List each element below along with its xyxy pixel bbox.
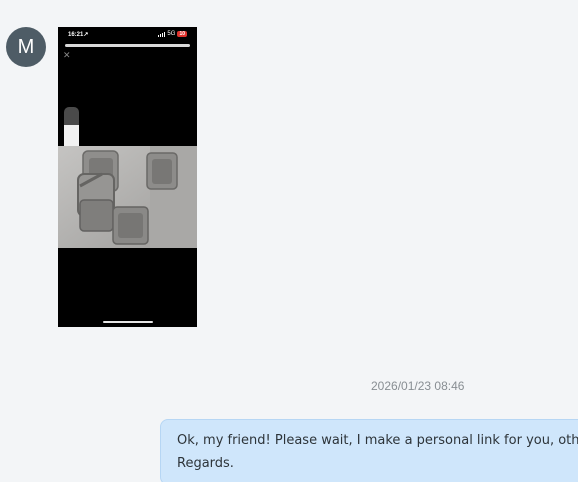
message-text-line: Regards. (177, 456, 234, 471)
location-icon: ↗ (83, 32, 89, 38)
status-indicators: 5G 10 (158, 31, 187, 37)
message-timestamp: 2026/01/23 08:46 (371, 379, 465, 393)
message-text-line: Ok, my friend! Please wait, I make a per… (177, 433, 578, 448)
video-frame (58, 146, 197, 248)
storage-boxes-image (58, 146, 197, 248)
home-indicator (103, 321, 153, 323)
avatar[interactable]: M (6, 27, 46, 67)
message-bubble[interactable]: Ok, my friend! Please wait, I make a per… (160, 419, 578, 482)
phone-status-bar: 16:21↗ 5G 10 (58, 27, 197, 41)
close-icon: ✕ (63, 51, 71, 61)
signal-icon (158, 31, 166, 37)
battery-icon: 10 (177, 31, 187, 37)
video-progress-bar (65, 44, 190, 47)
network-label: 5G (167, 31, 176, 37)
image-attachment[interactable]: 16:21↗ 5G 10 ✕ 🔈 (58, 27, 197, 327)
status-time: 16:21↗ (68, 32, 89, 38)
chat-conversation: M 16:21↗ 5G 10 ✕ 🔈 (0, 0, 578, 482)
avatar-initial: M (17, 35, 35, 58)
